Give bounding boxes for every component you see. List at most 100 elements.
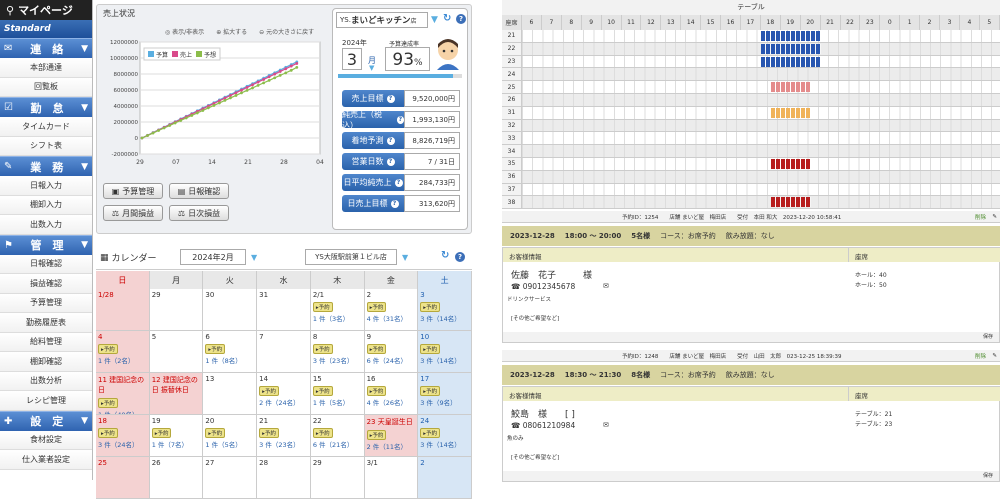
reservation-bar[interactable] — [770, 159, 811, 169]
timeline-grid[interactable] — [522, 170, 1000, 183]
toggle-link[interactable]: ◎ 表示/非表示 — [165, 27, 204, 36]
calendar-day[interactable]: 24 ▸予約 3 件（14名） — [418, 415, 472, 457]
calendar-day[interactable]: 29 — [310, 457, 365, 499]
reservation-badge[interactable]: ▸予約 — [312, 428, 333, 438]
timeline-grid[interactable] — [522, 68, 1000, 81]
reservation-badge[interactable]: ▸予約 — [366, 386, 387, 396]
calendar-day[interactable]: 5 — [149, 331, 204, 373]
reservation-badge[interactable]: ▸予約 — [312, 386, 333, 396]
reset-link[interactable]: ⊖ 元の大きさに戻す — [259, 27, 314, 36]
budget-button[interactable]: ▣ 予算管理 — [103, 183, 163, 199]
sidebar-section-header[interactable]: ✉ 連 絡 ▼ — [0, 38, 92, 58]
calendar-day[interactable]: 2 — [418, 457, 472, 499]
calendar-day[interactable]: 2 ▸予約 4 件（31名） — [364, 289, 419, 331]
reservation-badge[interactable]: ▸予約 — [420, 386, 441, 396]
timeline-grid[interactable] — [522, 30, 1000, 42]
calendar-day[interactable]: 2/1 ▸予約 1 件（3名） — [310, 289, 365, 331]
calendar-day[interactable]: 17 ▸予約 3 件（9名） — [418, 373, 472, 415]
calendar-day[interactable]: 22 ▸予約 6 件（21名） — [310, 415, 365, 457]
info-icon[interactable]: ? — [386, 157, 395, 166]
calendar-day[interactable]: 25 — [96, 457, 150, 499]
reservation-bar[interactable] — [770, 107, 811, 118]
info-icon[interactable]: ? — [390, 199, 399, 208]
calendar-day[interactable]: 1/28 — [96, 289, 150, 331]
calendar-day[interactable]: 13 — [203, 373, 258, 415]
refresh-icon[interactable]: ↻ — [443, 13, 451, 24]
reservation-badge[interactable]: ▸予約 — [205, 344, 226, 354]
calendar-day[interactable]: 15 ▸予約 1 件（5名） — [310, 373, 365, 415]
sidebar-item[interactable]: シフト表 — [0, 136, 92, 156]
reservation-badge[interactable]: ▸予約 — [366, 302, 387, 312]
sidebar-item[interactable]: レシピ管理 — [0, 391, 92, 411]
timeline-grid[interactable] — [522, 106, 1000, 119]
calendar-day[interactable]: 6 ▸予約 1 件（8名） — [203, 331, 258, 373]
sidebar-item[interactable]: 勤務履歴表 — [0, 313, 92, 333]
reservation-badge[interactable]: ▸予約 — [205, 428, 226, 438]
calendar-day[interactable]: 30 — [203, 289, 258, 331]
sidebar-item[interactable]: 回覧板 — [0, 77, 92, 97]
calendar-day[interactable]: 21 ▸予約 3 件（23名） — [257, 415, 311, 457]
calendar-day[interactable]: 3 ▸予約 3 件（14名） — [418, 289, 472, 331]
edit-icon[interactable]: ✎ — [992, 353, 997, 359]
timeline-grid[interactable] — [522, 132, 1000, 145]
sidebar-item[interactable]: 棚卸確認 — [0, 352, 92, 372]
month-dropdown-icon[interactable]: ▼ — [369, 64, 374, 72]
timeline-grid[interactable] — [522, 94, 1000, 106]
calendar-refresh-icon[interactable]: ↻ — [441, 250, 449, 261]
reservation-bar[interactable] — [761, 56, 821, 67]
reservation-badge[interactable]: ▸予約 — [259, 386, 279, 396]
zoom-link[interactable]: ⊕ 拡大する — [216, 27, 247, 36]
sidebar-item[interactable]: 給料管理 — [0, 332, 92, 352]
sidebar-item[interactable]: 棚卸入力 — [0, 195, 92, 215]
calendar-day[interactable]: 26 — [149, 457, 204, 499]
sidebar-item[interactable]: 出数入力 — [0, 215, 92, 235]
calendar-day[interactable]: 7 — [257, 331, 311, 373]
timeline-grid[interactable] — [522, 119, 1000, 132]
monthly-pl-button[interactable]: ⚖ 月間損益 — [103, 205, 163, 221]
store-dropdown-icon[interactable]: ▼ — [431, 15, 438, 25]
reservation-badge[interactable]: ▸予約 — [312, 302, 333, 312]
calendar-day[interactable]: 3/1 — [364, 457, 419, 499]
reservation-bar[interactable] — [770, 197, 811, 208]
calendar-help-icon[interactable]: ? — [455, 252, 465, 262]
sidebar-item[interactable]: 損益確認 — [0, 274, 92, 294]
calendar-day[interactable]: 12 建国記念の日 振替休日 — [149, 373, 204, 415]
calendar-day[interactable]: 29 — [149, 289, 204, 331]
calendar-day[interactable]: 8 ▸予約 3 件（23名） — [310, 331, 365, 373]
reservation-badge[interactable]: ▸予約 — [98, 344, 118, 354]
sidebar-section-header[interactable]: ✎ 業 務 ▼ — [0, 156, 92, 176]
calendar-store-icon[interactable]: ▼ — [402, 253, 408, 262]
store-select[interactable]: YS. まいどキッチン店 — [336, 12, 428, 28]
mypage-header[interactable]: ⚲ マイページ — [0, 0, 92, 20]
reservation-badge[interactable]: ▸予約 — [151, 428, 172, 438]
info-icon[interactable]: ? — [396, 115, 404, 124]
sidebar-section-header[interactable]: ⚑ 管 理 ▼ — [0, 234, 92, 255]
daily-report-button[interactable]: ▤ 日報確認 — [169, 183, 229, 199]
save-link[interactable]: 保存 — [503, 332, 999, 342]
reservation-badge[interactable]: ▸予約 — [366, 344, 387, 354]
timeline-grid[interactable] — [522, 196, 1000, 209]
reservation-badge[interactable]: ▸予約 — [312, 344, 333, 354]
calendar-day[interactable]: 27 — [203, 457, 258, 499]
reservation-badge[interactable]: ▸予約 — [420, 428, 441, 438]
edit-icon[interactable]: ✎ — [992, 214, 997, 220]
timeline-grid[interactable] — [522, 145, 1000, 157]
timeline-grid[interactable] — [522, 55, 1000, 68]
sidebar-item[interactable]: 予算管理 — [0, 293, 92, 313]
calendar-day[interactable]: 28 — [257, 457, 311, 499]
info-icon[interactable]: ? — [386, 136, 395, 145]
reservation-badge[interactable]: ▸予約 — [420, 302, 441, 312]
calendar-day[interactable]: 16 ▸予約 4 件（26名） — [364, 373, 419, 415]
timeline-grid[interactable] — [522, 42, 1000, 55]
reservation-badge[interactable]: ▸予約 — [98, 428, 118, 438]
daily-pl-button[interactable]: ⚖ 日次損益 — [169, 205, 229, 221]
reservation-badge[interactable]: ▸予約 — [420, 344, 441, 354]
sidebar-item[interactable]: 食材設定 — [0, 430, 92, 450]
calendar-day[interactable]: 11 建国記念の日 ▸予約 1 件（40名） — [96, 373, 150, 415]
month-select[interactable]: 2024年2月 — [180, 249, 246, 265]
reservation-bar[interactable] — [770, 82, 811, 93]
calendar-day[interactable]: 4 ▸予約 1 件（2名） — [96, 331, 150, 373]
reservation-badge[interactable]: ▸予約 — [366, 430, 387, 440]
calendar-day[interactable]: 20 ▸予約 1 件（5名） — [203, 415, 258, 457]
calendar-store-select[interactable]: YS大阪駅前第１ビル店 — [305, 249, 397, 265]
